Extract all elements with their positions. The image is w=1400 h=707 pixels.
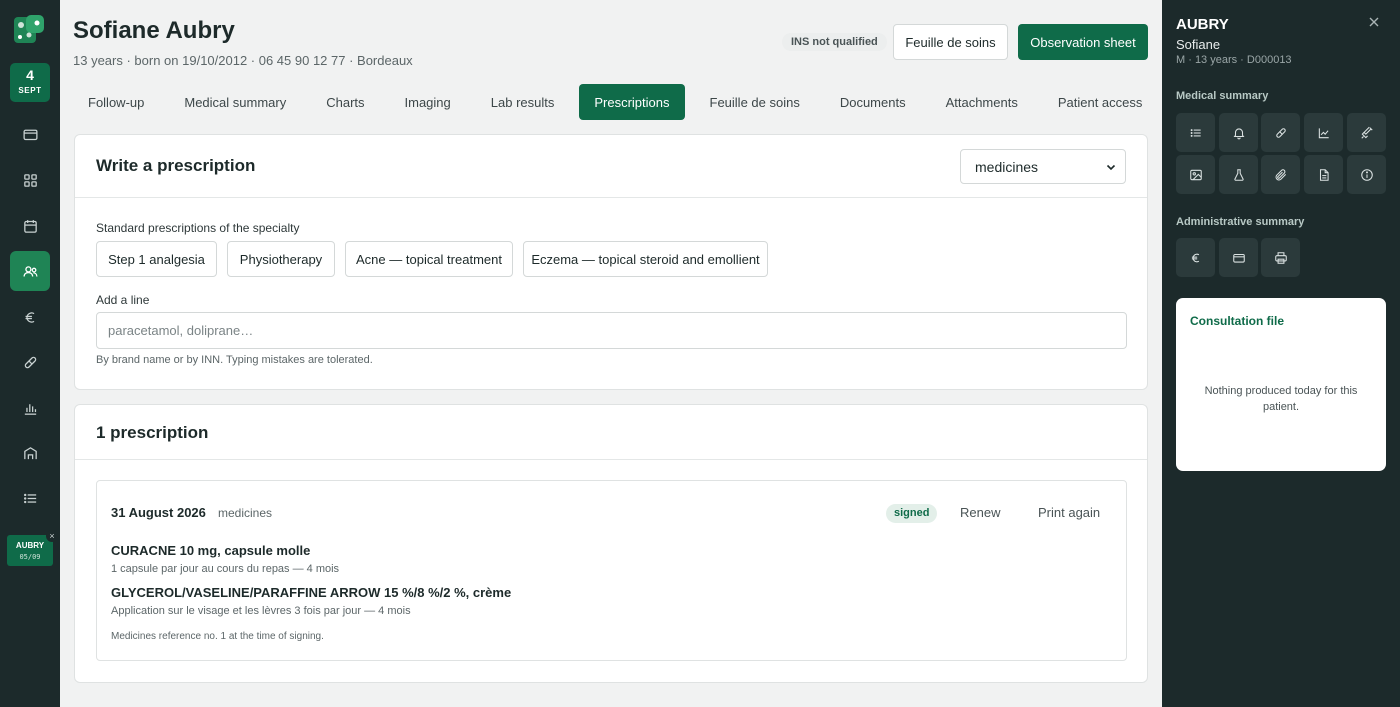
drug-dosage: Application sur le visage et les lèvres … xyxy=(111,605,411,617)
chip-physiotherapy[interactable]: Physiotherapy xyxy=(227,241,335,277)
tab-medical-summary[interactable]: Medical summary xyxy=(169,84,301,120)
prescription-type-select[interactable]: medicines xyxy=(960,149,1126,184)
bell-icon[interactable] xyxy=(1219,113,1258,152)
euro-icon[interactable] xyxy=(10,297,50,337)
credit-card-icon[interactable] xyxy=(10,114,50,154)
pill-icon[interactable] xyxy=(10,342,50,382)
add-line-label: Add a line xyxy=(96,293,150,307)
prescription-history-card: 1 prescription 31 August 2026 medicines … xyxy=(74,404,1148,683)
side-patient-last-name: AUBRY xyxy=(1176,16,1229,33)
close-icon[interactable]: × xyxy=(46,530,58,542)
add-line-hint: By brand name or by INN. Typing mistakes… xyxy=(96,354,373,366)
write-prescription-title: Write a prescription xyxy=(96,156,256,175)
patient-tabs: Follow-up Medical summary Charts Imaging… xyxy=(73,84,1167,120)
euro-icon[interactable] xyxy=(1176,238,1215,277)
administrative-summary-heading: Administrative summary xyxy=(1176,216,1305,228)
patient-meta: 13 years · born on 19/10/2012 · 06 45 90… xyxy=(73,53,413,68)
list-icon[interactable] xyxy=(10,478,50,518)
tab-follow-up[interactable]: Follow-up xyxy=(73,84,159,120)
printer-icon[interactable] xyxy=(1261,238,1300,277)
left-rail: 4 SEPT AUBRY 05/09 × xyxy=(0,0,60,707)
grid-icon[interactable] xyxy=(10,160,50,200)
print-again-button[interactable]: Print again xyxy=(1038,505,1100,520)
prescription-history-header: 1 prescription xyxy=(75,405,1147,460)
syringe-icon[interactable] xyxy=(1347,113,1386,152)
observation-sheet-button[interactable]: Observation sheet xyxy=(1018,24,1148,60)
flask-icon[interactable] xyxy=(1219,155,1258,194)
line-chart-icon[interactable] xyxy=(1304,113,1343,152)
file-icon[interactable] xyxy=(1304,155,1343,194)
patient-side-panel: AUBRY Sofiane M · 13 years · D000013 Med… xyxy=(1162,0,1400,707)
tab-documents[interactable]: Documents xyxy=(825,84,921,120)
open-patient-tab[interactable]: AUBRY 05/09 × xyxy=(7,530,58,566)
medicines-reference-note: Medicines reference no. 1 at the time of… xyxy=(111,631,324,642)
write-prescription-card: Write a prescription medicines Standard … xyxy=(74,134,1148,390)
renew-button[interactable]: Renew xyxy=(960,505,1000,520)
side-patient-first-name: Sofiane xyxy=(1176,37,1221,52)
drug-dosage: 1 capsule par jour au cours du repas — 4… xyxy=(111,563,340,575)
tab-prescriptions[interactable]: Prescriptions xyxy=(579,84,685,120)
prescription-date: 31 August 2026 xyxy=(111,505,206,520)
chevron-down-icon xyxy=(1106,162,1116,172)
close-icon[interactable] xyxy=(1367,15,1381,29)
tab-lab-results[interactable]: Lab results xyxy=(476,84,570,120)
tab-charts[interactable]: Charts xyxy=(311,84,379,120)
building-icon[interactable] xyxy=(10,433,50,473)
prescription-item: 31 August 2026 medicines signed Renew Pr… xyxy=(96,480,1127,661)
today-month: SEPT xyxy=(18,86,42,95)
calendar-icon[interactable] xyxy=(10,206,50,246)
write-prescription-header: Write a prescription medicines xyxy=(75,135,1147,198)
standard-prescriptions-label: Standard prescriptions of the specialty xyxy=(96,221,300,235)
feuille-de-soins-button[interactable]: Feuille de soins xyxy=(893,24,1008,60)
prescription-type: medicines xyxy=(218,506,273,520)
info-icon[interactable] xyxy=(1347,155,1386,194)
add-line-input[interactable]: paracetamol, doliprane… xyxy=(96,312,1127,349)
consultation-file-card: Consultation file Nothing produced today… xyxy=(1176,298,1386,471)
medical-summary-heading: Medical summary xyxy=(1176,90,1269,102)
tab-feuille-de-soins[interactable]: Feuille de soins xyxy=(695,84,815,120)
patient-name: Sofiane Aubry xyxy=(73,17,235,44)
logo-icon[interactable] xyxy=(12,13,46,47)
paperclip-icon[interactable] xyxy=(1261,155,1300,194)
drug-name: GLYCEROL/VASELINE/PARAFFINE ARROW 15 %/8… xyxy=(111,585,512,600)
main-content: Sofiane Aubry 13 years · born on 19/10/2… xyxy=(60,0,1162,707)
chip-acne-topical[interactable]: Acne — topical treatment xyxy=(345,241,513,277)
pill-icon[interactable] xyxy=(1261,113,1300,152)
prescription-count-title: 1 prescription xyxy=(96,423,209,442)
signed-status-badge: signed xyxy=(886,504,938,523)
chip-eczema-topical[interactable]: Eczema — topical steroid and emollient xyxy=(523,241,768,277)
users-icon[interactable] xyxy=(10,251,50,291)
chip-step1-analgesia[interactable]: Step 1 analgesia xyxy=(96,241,217,277)
side-patient-meta: M · 13 years · D000013 xyxy=(1176,54,1292,66)
ins-status-badge: INS not qualified xyxy=(782,33,887,51)
open-patient-date: 05/09 xyxy=(19,553,41,561)
today-day: 4 xyxy=(26,67,34,83)
tab-imaging[interactable]: Imaging xyxy=(390,84,466,120)
bar-chart-icon[interactable] xyxy=(10,388,50,428)
credit-card-icon[interactable] xyxy=(1219,238,1258,277)
open-patient-name: AUBRY xyxy=(15,541,45,550)
today-date[interactable]: 4 SEPT xyxy=(10,63,50,102)
consultation-file-empty: Nothing produced today for this patient. xyxy=(1204,385,1358,413)
drug-name: CURACNE 10 mg, capsule molle xyxy=(111,543,311,558)
list-icon[interactable] xyxy=(1176,113,1215,152)
image-icon[interactable] xyxy=(1176,155,1215,194)
consultation-file-title: Consultation file xyxy=(1190,314,1284,328)
tab-attachments[interactable]: Attachments xyxy=(931,84,1033,120)
prescription-type-value: medicines xyxy=(975,158,1039,175)
tab-patient-access[interactable]: Patient access xyxy=(1043,84,1158,120)
